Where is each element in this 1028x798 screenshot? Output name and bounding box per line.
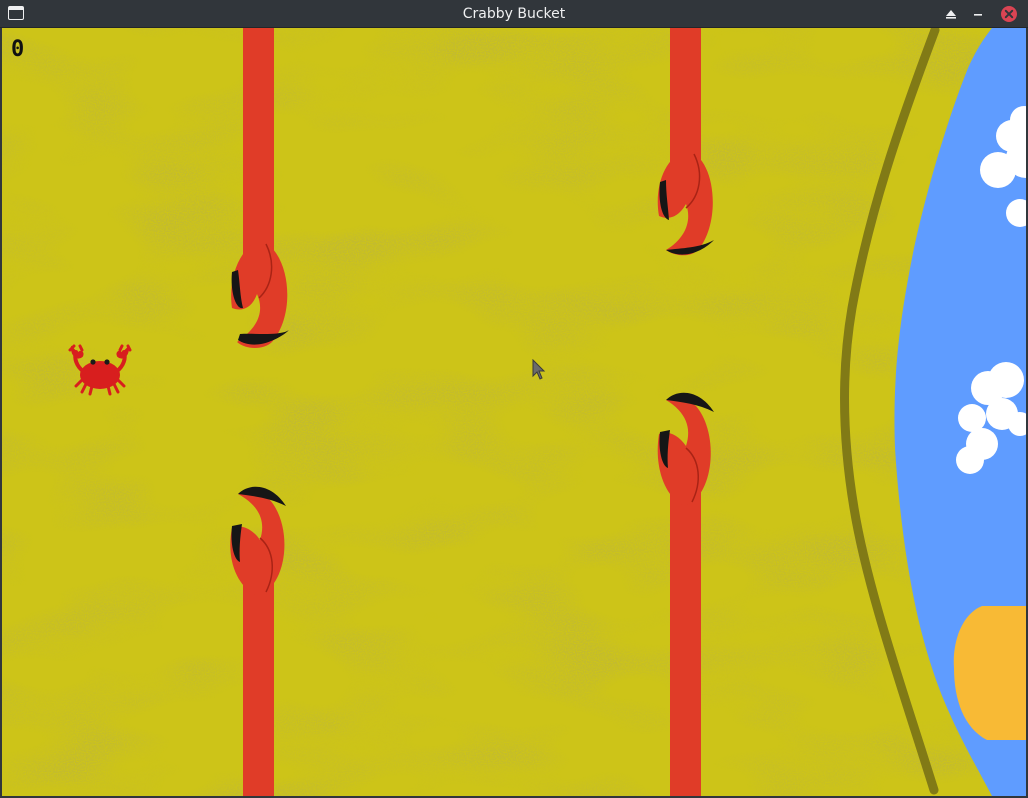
close-icon[interactable]	[999, 4, 1019, 24]
game-canvas[interactable]: 0	[2, 28, 1026, 796]
minimize-icon[interactable]	[968, 4, 988, 24]
game-window: Crabby Bucket 0	[0, 0, 1028, 798]
title-bar[interactable]: Crabby Bucket	[0, 0, 1028, 28]
score-counter: 0	[11, 37, 25, 62]
mouse-cursor	[532, 359, 546, 380]
window-title: Crabby Bucket	[462, 6, 566, 22]
game-scene	[2, 28, 1026, 796]
keep-above-icon[interactable]	[941, 4, 961, 24]
sand-texture	[2, 28, 1026, 796]
